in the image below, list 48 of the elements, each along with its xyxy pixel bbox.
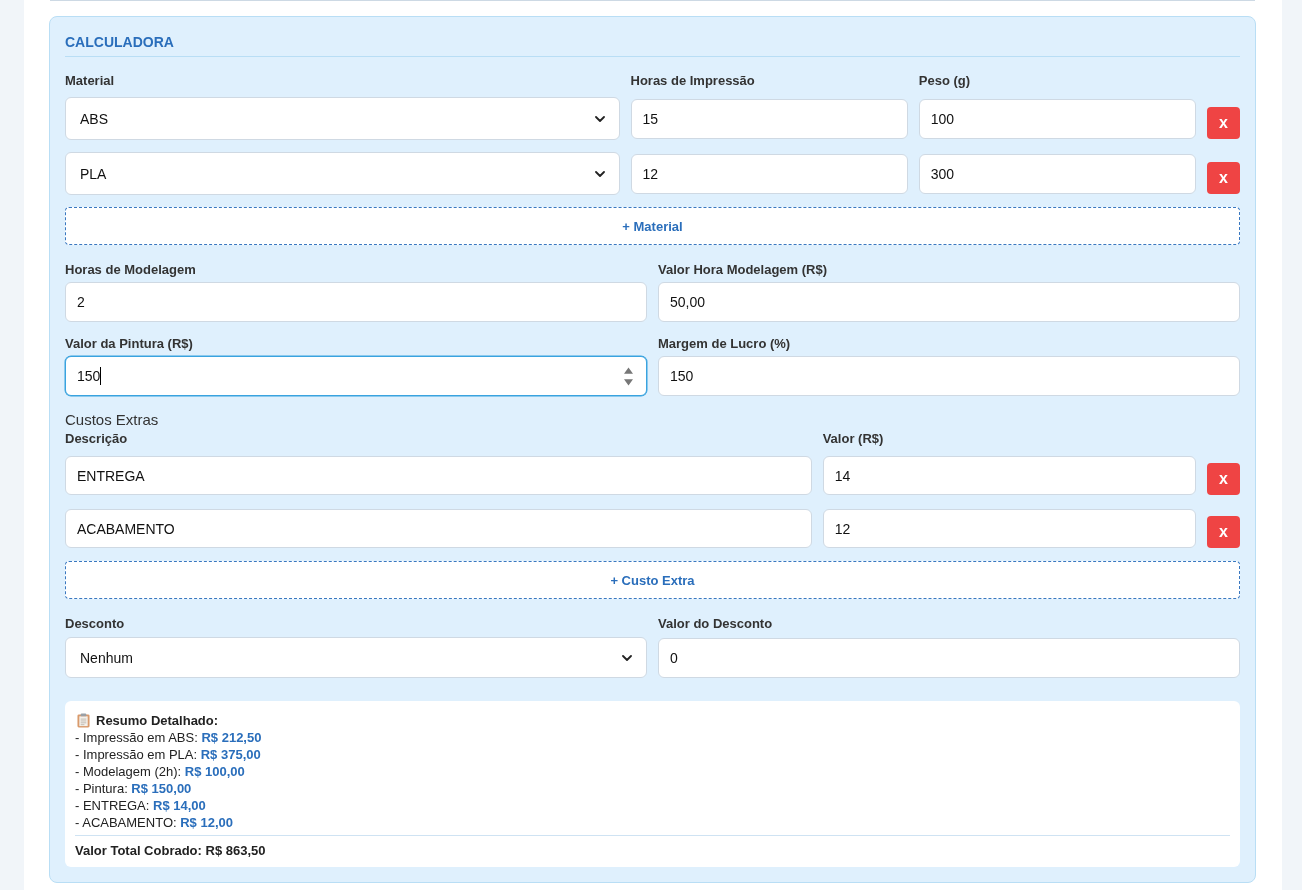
input-field[interactable]: 50,00 — [658, 282, 1240, 322]
summary-title: Resumo Detalhado: — [96, 712, 219, 729]
clipboard-icon — [77, 713, 90, 728]
field-label: Valor (R$) — [822, 431, 885, 447]
summary-line: - Modelagem (2h): R$ 100,00 — [75, 763, 245, 780]
input-field[interactable]: 300 — [918, 153, 1196, 194]
input-field[interactable]: ENTREGA — [65, 456, 812, 495]
remove-button[interactable]: x — [1207, 516, 1240, 548]
summary-line: - Impressão em ABS: R$ 212,50 — [75, 729, 262, 746]
input-field[interactable]: 14 — [822, 456, 1196, 495]
spinner-arrows-icon[interactable] — [624, 366, 633, 386]
chevron-down-icon — [594, 115, 605, 122]
chevron-down-icon — [622, 654, 632, 661]
field-label: Horas de Impressão — [630, 73, 756, 89]
input-field[interactable]: 15 — [630, 98, 908, 139]
input-field[interactable]: 2 — [65, 282, 647, 322]
remove-button[interactable]: x — [1207, 463, 1240, 495]
summary-line: - Pintura: R$ 150,00 — [75, 780, 192, 797]
summary-total: Valor Total Cobrado: R$ 863,50 — [75, 842, 266, 859]
add-extra-cost-button[interactable]: + Custo Extra — [65, 561, 1240, 599]
field-label: Margem de Lucro (%) — [658, 336, 792, 352]
dropdown[interactable]: Nenhum — [65, 637, 647, 678]
summary-line: - ENTREGA: R$ 14,00 — [75, 797, 206, 814]
remove-button[interactable]: x — [1207, 162, 1240, 194]
remove-button[interactable]: x — [1207, 107, 1240, 139]
input-field[interactable]: 150 — [65, 356, 647, 396]
input-field[interactable]: 12 — [822, 509, 1196, 548]
section-title: CALCULADORA — [65, 32, 1240, 57]
chevron-down-icon — [594, 170, 605, 177]
input-field[interactable]: 150 — [658, 356, 1240, 396]
input-field[interactable]: ACABAMENTO — [65, 509, 812, 548]
summary-line: - ACABAMENTO: R$ 12,00 — [75, 814, 233, 831]
add-material-button[interactable]: + Material — [65, 207, 1240, 245]
field-label: Valor Hora Modelagem (R$) — [658, 262, 829, 278]
dropdown[interactable]: PLA — [65, 152, 620, 195]
input-field[interactable]: 0 — [658, 638, 1240, 678]
summary-line: - Impressão em PLA: R$ 375,00 — [75, 746, 261, 763]
field-label: Descrição — [65, 431, 129, 447]
field-label: Desconto — [65, 616, 126, 632]
input-field[interactable]: 12 — [630, 153, 908, 194]
field-label: Valor do Desconto — [658, 616, 774, 632]
field-label: Peso (g) — [918, 73, 972, 89]
field-label: Valor da Pintura (R$) — [65, 336, 194, 352]
dropdown[interactable]: ABS — [65, 97, 620, 140]
field-label: Material — [65, 73, 116, 89]
section-heading: Custos Extras — [65, 411, 160, 429]
field-label: Horas de Modelagem — [65, 262, 197, 278]
input-field[interactable]: 100 — [918, 98, 1196, 139]
